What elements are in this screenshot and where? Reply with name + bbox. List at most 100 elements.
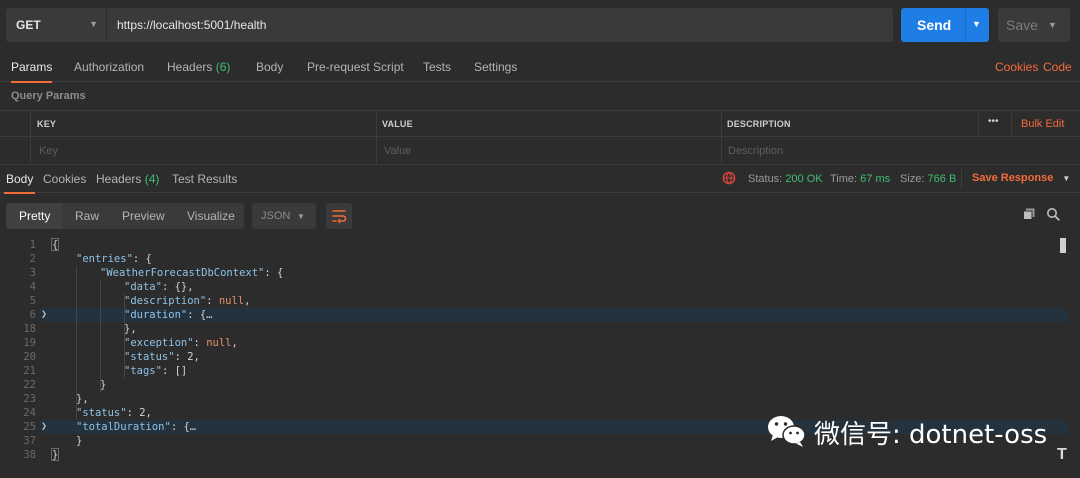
column-description: DESCRIPTION [727,119,791,129]
tab-authorization[interactable]: Authorization [74,52,144,82]
chevron-down-icon[interactable]: ▼ [1048,20,1057,30]
tab-pre-request-script[interactable]: Pre-request Script [307,52,404,82]
query-params-table: KEY VALUE DESCRIPTION ••• Bulk Edit Key … [0,110,1080,165]
json-punctuation: : 2, [126,407,152,419]
line-number: 5 [29,295,36,307]
wrap-lines-button[interactable] [326,203,352,229]
wrap-icon [332,210,347,224]
mode-pretty[interactable]: Pretty [19,209,50,223]
copy-icon[interactable] [1022,207,1036,221]
json-punctuation: , [244,295,251,307]
json-key: "exception" [124,337,194,349]
tab-label: Settings [474,60,518,74]
tab-params[interactable]: Params [11,52,53,83]
tab-label: Headers [167,60,213,74]
response-tab-test-results[interactable]: Test Results [172,172,237,186]
line-number: 38 [23,449,36,461]
status-label: Status: [748,173,783,185]
response-tab-cookies[interactable]: Cookies [43,172,86,186]
text-cursor-icon: T [1057,446,1067,463]
save-button[interactable]: Save ▼ [998,8,1070,42]
cookies-link[interactable]: Cookies [995,60,1038,74]
json-punctuation: : 2, [174,351,200,363]
json-value: null [218,295,245,307]
tab-label: Authorization [74,60,145,74]
code-line: }, [124,322,137,336]
json-punctuation: : [193,337,207,349]
response-tab-body[interactable]: Body [3,172,36,194]
format-label: JSON [261,210,291,222]
fold-chevron-icon[interactable]: ❯ [41,308,47,322]
tab-tests[interactable]: Tests [423,52,451,82]
line-number: 2 [29,253,36,265]
code-line: "status": 2, [124,350,200,364]
json-value: null [206,337,232,349]
search-icon[interactable] [1046,207,1060,221]
tab-count: (6) [215,60,231,74]
key-input[interactable]: Key [39,145,58,157]
status-value: 200 OK [785,173,823,185]
json-punctuation: }, [76,393,89,405]
more-icon[interactable]: ••• [988,116,999,127]
line-number: 4 [29,281,36,293]
tab-settings[interactable]: Settings [474,52,517,82]
scrollbar-thumb[interactable] [1060,238,1066,253]
description-input[interactable]: Description [728,145,783,157]
json-key: "status" [76,407,127,419]
time-readout: Time: 67 ms [830,173,890,185]
json-key: "description" [124,295,207,307]
time-label: Time: [830,173,858,185]
line-number: 1 [29,239,36,251]
json-punctuation: : { [264,267,284,279]
send-divider [965,8,966,42]
column-divider [30,110,31,165]
column-divider [376,110,377,165]
line-number: 20 [23,351,36,363]
line-number: 22 [23,379,36,391]
url-input[interactable]: https://localhost:5001/health [107,8,893,42]
json-punctuation: : [206,295,219,307]
value-input[interactable]: Value [384,145,411,157]
format-select[interactable]: JSON ▼ [252,203,316,229]
mode-visualize[interactable]: Visualize [187,209,235,223]
table-header: KEY VALUE DESCRIPTION ••• Bulk Edit [0,110,1080,137]
code-line: "exception": null, [124,336,238,350]
time-value: 67 ms [860,173,891,185]
method-select[interactable]: GET ▼ [6,8,106,42]
mode-raw[interactable]: Raw [75,209,99,223]
mode-preview[interactable]: Preview [122,209,165,223]
response-tab-headers[interactable]: Headers (4) [96,172,159,186]
chevron-down-icon[interactable]: ▼ [972,19,981,29]
request-bar: GET ▼ https://localhost:5001/health Send… [0,0,1080,52]
code-line: "WeatherForecastDbContext": { [100,266,283,280]
line-number: 19 [23,337,36,349]
line-number: 3 [29,267,36,279]
method-label: GET [16,18,41,32]
bracket-match [51,238,59,251]
tab-headers[interactable]: Headers (6) [167,52,230,82]
tab-label: Params [11,60,53,74]
fold-chevron-icon[interactable]: ❯ [41,420,47,434]
json-key: "totalDuration" [76,421,171,433]
json-key: "entries" [76,253,133,265]
send-button[interactable]: Send ▼ [901,8,989,42]
json-punctuation: , [231,337,238,349]
chevron-down-icon: ▼ [89,19,98,29]
code-line: } [76,434,82,448]
tab-label: Tests [423,60,452,74]
line-number: 6 [29,309,36,321]
save-response-label: Save Response [972,172,1054,184]
code-line: "status": 2, [76,406,152,420]
indent-guide [124,294,125,378]
size-readout: Size: 766 B [900,173,956,185]
bulk-edit-link[interactable]: Bulk Edit [1021,118,1064,130]
code-link[interactable]: Code [1043,60,1072,74]
json-key: "duration" [124,309,188,321]
tab-body[interactable]: Body [256,52,283,82]
line-number: 37 [23,435,36,447]
column-divider [1011,110,1012,137]
status-readout: Status: 200 OK [748,173,823,185]
json-key: "status" [124,351,175,363]
save-response-button[interactable]: Save Response ▼ [972,172,1070,184]
json-punctuation: : {… [170,421,197,433]
